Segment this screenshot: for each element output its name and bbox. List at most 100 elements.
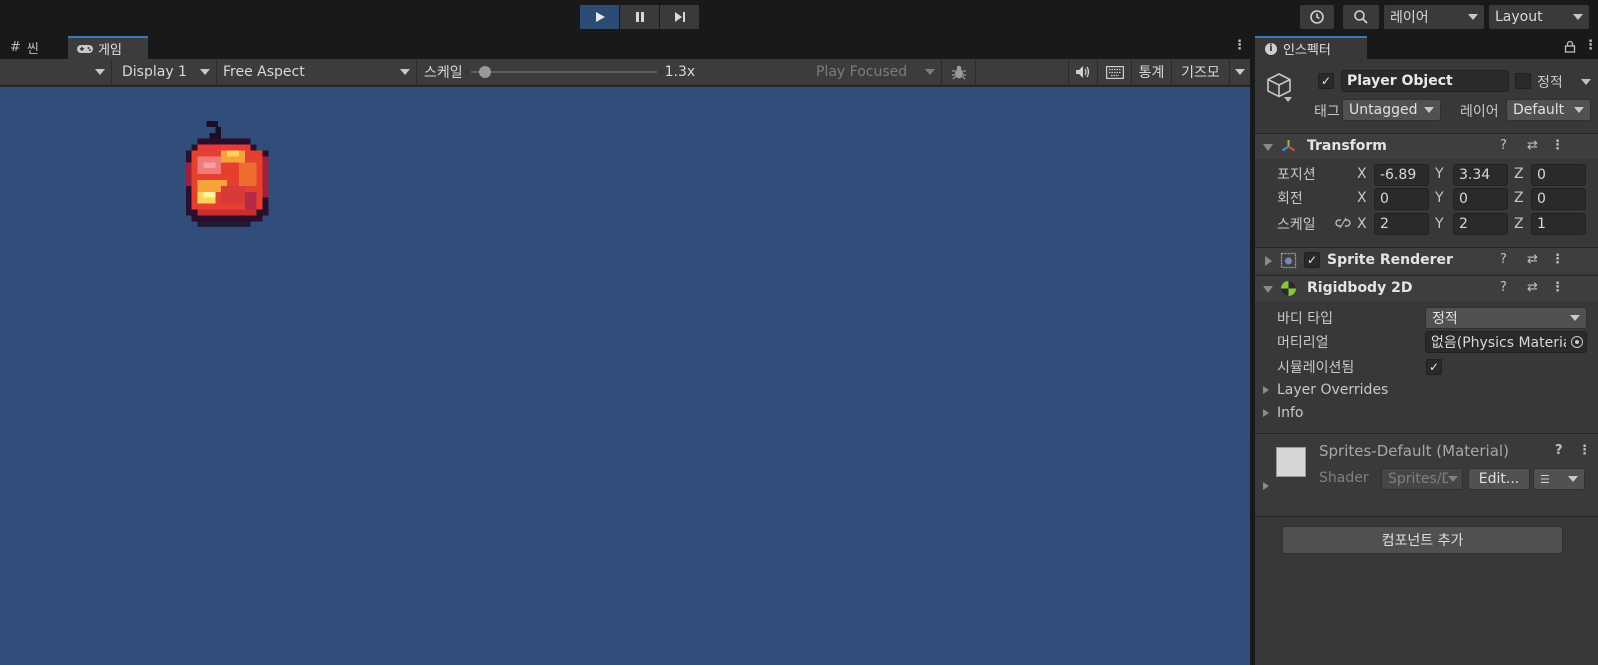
object-name-input[interactable]: Player Object — [1341, 70, 1509, 92]
play-icon — [595, 12, 605, 22]
tag-dropdown[interactable]: Untagged — [1342, 99, 1441, 121]
rotation-label: 회전 — [1277, 191, 1303, 207]
tab-game[interactable]: 게임 — [68, 36, 148, 59]
inspector-panel: i 인스펙터 ⋮ ✓ Player Object 정적 태그 Untagged … — [1253, 35, 1598, 665]
shader-options-dropdown[interactable]: ☰ — [1533, 468, 1585, 490]
display-dropdown[interactable]: Display 1 — [112, 59, 217, 85]
presets-icon[interactable]: ⇄ — [1527, 138, 1538, 153]
tab-inspector-label: 인스펙터 — [1283, 43, 1331, 58]
rotation-y-field[interactable]: 0 — [1453, 188, 1508, 210]
layer-overrides-label: Layer Overrides — [1277, 382, 1389, 398]
body-type-dropdown[interactable]: 정적 — [1425, 307, 1587, 329]
rigidbody-icon — [1281, 281, 1296, 296]
rotation-x-field[interactable]: 0 — [1374, 188, 1429, 210]
tab-scene[interactable]: # 씬 — [2, 36, 47, 59]
scale-y-field[interactable]: 2 — [1453, 213, 1508, 235]
add-component-button[interactable]: 컴포넌트 추가 — [1282, 526, 1563, 554]
expand-arrow-icon[interactable] — [1265, 256, 1272, 266]
presets-icon[interactable]: ⇄ — [1527, 280, 1538, 295]
scale-slider-thumb[interactable] — [479, 66, 492, 78]
simulated-checkbox[interactable]: ✓ — [1426, 359, 1442, 375]
shortcuts-button[interactable] — [1098, 59, 1132, 85]
history-button[interactable] — [1300, 5, 1334, 29]
rotation-y-label: Y — [1435, 190, 1444, 206]
tab-inspector[interactable]: i 인스펙터 — [1255, 36, 1367, 59]
scale-z-field[interactable]: 1 — [1531, 213, 1586, 235]
static-checkbox[interactable] — [1515, 73, 1531, 89]
layer-dropdown[interactable]: Default — [1506, 99, 1591, 121]
scale-slider-track — [470, 71, 657, 73]
collapse-arrow-icon[interactable] — [1263, 286, 1273, 293]
step-button[interactable] — [660, 5, 699, 29]
game-panel-tabbar: # 씬 게임 ⋮ — [0, 35, 1250, 59]
pause-icon — [635, 12, 644, 22]
chevron-down-icon — [1448, 476, 1458, 482]
component-menu-icon[interactable]: ⋮ — [1551, 138, 1564, 153]
inspector-tabbar: i 인스펙터 ⋮ — [1255, 35, 1598, 59]
rigidbody2d-header[interactable]: Rigidbody 2D ? ⇄ ⋮ — [1255, 275, 1598, 301]
tag-value: Untagged — [1349, 102, 1418, 118]
layout-dropdown[interactable]: Layout — [1489, 5, 1589, 29]
sprite-renderer-enabled-checkbox[interactable]: ✓ — [1304, 252, 1320, 268]
gizmos-button[interactable]: 기즈모 — [1172, 59, 1230, 85]
layer-overrides-foldout[interactable]: Layer Overrides — [1263, 381, 1463, 401]
search-icon — [1354, 10, 1368, 24]
lock-icon[interactable] — [1564, 40, 1576, 53]
expand-arrow-icon[interactable] — [1263, 482, 1269, 490]
help-icon[interactable]: ? — [1500, 252, 1507, 267]
simulated-label: 시뮬레이션됨 — [1277, 360, 1355, 376]
panel-menu-icon[interactable]: ⋮ — [1233, 38, 1246, 53]
search-button[interactable] — [1343, 5, 1379, 29]
object-active-checkbox[interactable]: ✓ — [1318, 73, 1334, 89]
info-label: Info — [1277, 405, 1304, 421]
scale-slider[interactable] — [470, 65, 657, 79]
layers-dropdown[interactable]: 레이어 — [1384, 5, 1484, 29]
stats-label: 통계 — [1138, 65, 1165, 81]
position-y-field[interactable]: 3.34 — [1453, 164, 1508, 186]
layer-value: Default — [1513, 102, 1565, 118]
shader-edit-button[interactable]: Edit... — [1468, 468, 1530, 490]
material-menu-icon[interactable]: ⋮ — [1578, 443, 1591, 458]
transform-header[interactable]: Transform ? ⇄ ⋮ — [1255, 133, 1598, 159]
static-dropdown-caret[interactable] — [1581, 79, 1591, 85]
unlink-icon[interactable] — [1335, 217, 1351, 229]
position-x-field[interactable]: -6.89 — [1374, 164, 1429, 186]
help-icon[interactable]: ? — [1500, 280, 1507, 295]
info-icon: i — [1265, 42, 1277, 55]
shader-dropdown[interactable]: Sprites/Default — [1381, 468, 1463, 490]
mute-audio-button[interactable] — [1068, 59, 1098, 85]
chevron-down-icon — [1570, 315, 1580, 321]
play-button[interactable] — [580, 5, 619, 29]
material-object-field[interactable]: 없음(Physics Material 2D) — [1425, 331, 1587, 353]
help-icon[interactable]: ? — [1500, 138, 1507, 153]
position-z-field[interactable]: 0 — [1531, 164, 1586, 186]
aspect-dropdown[interactable]: Free Aspect — [217, 59, 417, 85]
transform-title: Transform — [1307, 138, 1387, 154]
debug-button[interactable] — [942, 59, 976, 85]
component-menu-icon[interactable]: ⋮ — [1551, 280, 1564, 295]
scale-y-label: Y — [1435, 216, 1444, 232]
icon-dropdown-caret[interactable] — [1284, 97, 1292, 102]
chevron-down-icon — [925, 69, 935, 75]
pause-button[interactable] — [620, 5, 659, 29]
info-foldout[interactable]: Info — [1263, 404, 1463, 424]
gizmos-dropdown[interactable] — [1230, 59, 1250, 85]
help-icon[interactable]: ? — [1555, 443, 1563, 458]
component-menu-icon[interactable]: ⋮ — [1551, 252, 1564, 267]
sprite-renderer-header[interactable]: ✓ Sprite Renderer ? ⇄ ⋮ — [1255, 247, 1598, 273]
step-icon — [674, 12, 685, 22]
game-viewport[interactable] — [0, 87, 1250, 665]
scale-x-field[interactable]: 2 — [1374, 213, 1429, 235]
material-preview-swatch — [1276, 447, 1306, 477]
main-toolbar: 레이어 Layout — [0, 0, 1598, 35]
rotation-z-field[interactable]: 0 — [1531, 188, 1586, 210]
collapse-arrow-icon[interactable] — [1263, 144, 1273, 151]
presets-icon[interactable]: ⇄ — [1527, 252, 1538, 267]
stats-button[interactable]: 통계 — [1132, 59, 1172, 85]
inspector-menu-icon[interactable]: ⋮ — [1584, 38, 1597, 53]
play-focused-dropdown[interactable]: Play Focused — [810, 59, 942, 85]
object-picker-icon[interactable] — [1571, 336, 1583, 348]
keyboard-icon — [1105, 65, 1124, 79]
rigidbody2d-title: Rigidbody 2D — [1307, 280, 1413, 296]
game-view-dropdown[interactable] — [0, 59, 112, 85]
